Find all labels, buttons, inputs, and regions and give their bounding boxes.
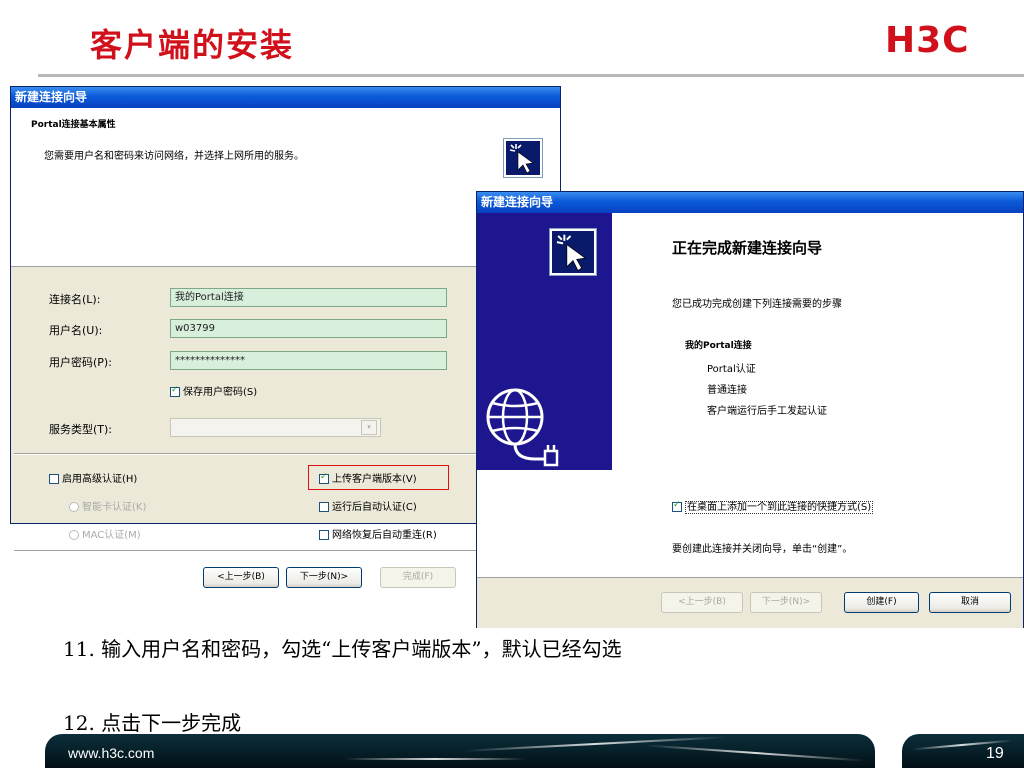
footer-banner bbox=[45, 734, 875, 768]
password-label: 用户密码(P): bbox=[49, 356, 112, 369]
desktop-shortcut-label: 在桌面上添加一个到此连接的快捷方式(S) bbox=[685, 501, 874, 514]
create-instruction: 要创建此连接并关闭向导，单击“创建”。 bbox=[672, 544, 853, 555]
save-password-label: 保存用户密码(S) bbox=[183, 387, 258, 398]
finish-button[interactable]: 完成(F) bbox=[380, 567, 456, 588]
connection-name: 我的Portal连接 bbox=[685, 341, 752, 351]
highlight-box bbox=[308, 465, 449, 490]
next-button[interactable]: 下一步(N)> bbox=[750, 592, 822, 613]
smartcard-radio[interactable] bbox=[69, 502, 79, 512]
advanced-auth-checkbox[interactable] bbox=[49, 474, 59, 484]
wizard-cursor-icon bbox=[503, 138, 543, 178]
dialog2-titlebar[interactable]: 新建连接向导 bbox=[477, 192, 1023, 213]
dialog1-header-desc: 您需要用户名和密码来访问网络，并选择上网所用的服务。 bbox=[44, 151, 304, 162]
dropdown-arrow-icon[interactable]: ▾ bbox=[361, 420, 377, 435]
auto-auth-option[interactable]: 运行后自动认证(C) bbox=[319, 498, 417, 513]
h3c-logo: H3C bbox=[885, 20, 970, 61]
desktop-shortcut-checkbox[interactable] bbox=[672, 500, 682, 512]
smartcard-auth-option[interactable]: 智能卡认证(K) bbox=[69, 498, 146, 513]
password-field[interactable]: ************** bbox=[170, 351, 447, 370]
cancel-button[interactable]: 取消 bbox=[929, 592, 1011, 613]
save-password-option[interactable]: 保存用户密码(S) bbox=[170, 383, 257, 398]
summary-item: 普通连接 bbox=[707, 385, 747, 396]
back-button[interactable]: <上一步(B) bbox=[661, 592, 743, 613]
create-button[interactable]: 创建(F) bbox=[844, 592, 919, 613]
footer-url: www.h3c.com bbox=[68, 745, 155, 761]
footer-banner-right bbox=[902, 734, 1024, 768]
smartcard-auth-label: 智能卡认证(K) bbox=[82, 502, 147, 513]
dialog1-header-title: Portal连接基本属性 bbox=[31, 120, 116, 130]
reconnect-option[interactable]: 网络恢复后自动重连(R) bbox=[319, 526, 437, 541]
mac-radio[interactable] bbox=[69, 530, 79, 540]
wizard-cursor-icon bbox=[549, 228, 597, 276]
wizard-main-panel: 正在完成新建连接向导 您已成功完成创建下列连接需要的步骤 我的Portal连接 … bbox=[612, 213, 1023, 577]
step-caption-11: 11. 输入用户名和密码，勾选“上传客户端版本”，默认已经勾选 bbox=[63, 637, 622, 661]
globe-network-icon bbox=[483, 385, 563, 467]
dialog1-titlebar[interactable]: 新建连接向导 bbox=[11, 87, 560, 108]
auto-auth-checkbox[interactable] bbox=[319, 502, 329, 512]
service-type-label: 服务类型(T): bbox=[49, 423, 113, 436]
title-divider bbox=[38, 74, 1024, 77]
completion-desc: 您已成功完成创建下列连接需要的步骤 bbox=[672, 299, 842, 310]
next-button[interactable]: 下一步(N)> bbox=[286, 567, 362, 588]
mac-auth-label: MAC认证(M) bbox=[82, 530, 141, 541]
conn-name-field[interactable]: 我的Portal连接 bbox=[170, 288, 447, 307]
reconnect-label: 网络恢复后自动重连(R) bbox=[332, 530, 437, 541]
new-connection-wizard-complete: 新建连接向导 正在完成新建连接向导 您已成功完成创建下列连接需要的步骤 我的Po… bbox=[476, 191, 1024, 628]
summary-item: Portal认证 bbox=[707, 364, 756, 375]
desktop-shortcut-option[interactable]: 在桌面上添加一个到此连接的快捷方式(S) bbox=[672, 498, 874, 514]
wizard-side-panel bbox=[477, 213, 612, 470]
mac-auth-option[interactable]: MAC认证(M) bbox=[69, 526, 141, 541]
advanced-auth-option[interactable]: 启用高级认证(H) bbox=[49, 470, 137, 485]
dialog2-button-bar: <上一步(B) 下一步(N)> 创建(F) 取消 bbox=[477, 577, 1023, 628]
completion-heading: 正在完成新建连接向导 bbox=[672, 239, 823, 257]
save-password-checkbox[interactable] bbox=[170, 385, 180, 397]
auto-auth-label: 运行后自动认证(C) bbox=[332, 502, 417, 513]
conn-name-label: 连接名(L): bbox=[49, 293, 101, 306]
username-field[interactable]: w03799 bbox=[170, 319, 447, 338]
advanced-auth-label: 启用高级认证(H) bbox=[62, 474, 138, 485]
slide-title: 客户端的安装 bbox=[90, 26, 295, 64]
reconnect-checkbox[interactable] bbox=[319, 530, 329, 540]
summary-item: 客户端运行后手工发起认证 bbox=[707, 406, 827, 417]
page-number: 19 bbox=[986, 745, 1004, 762]
side-panel-blank bbox=[477, 470, 612, 577]
back-button[interactable]: <上一步(B) bbox=[203, 567, 279, 588]
username-label: 用户名(U): bbox=[49, 324, 103, 337]
service-type-select[interactable] bbox=[170, 418, 381, 437]
